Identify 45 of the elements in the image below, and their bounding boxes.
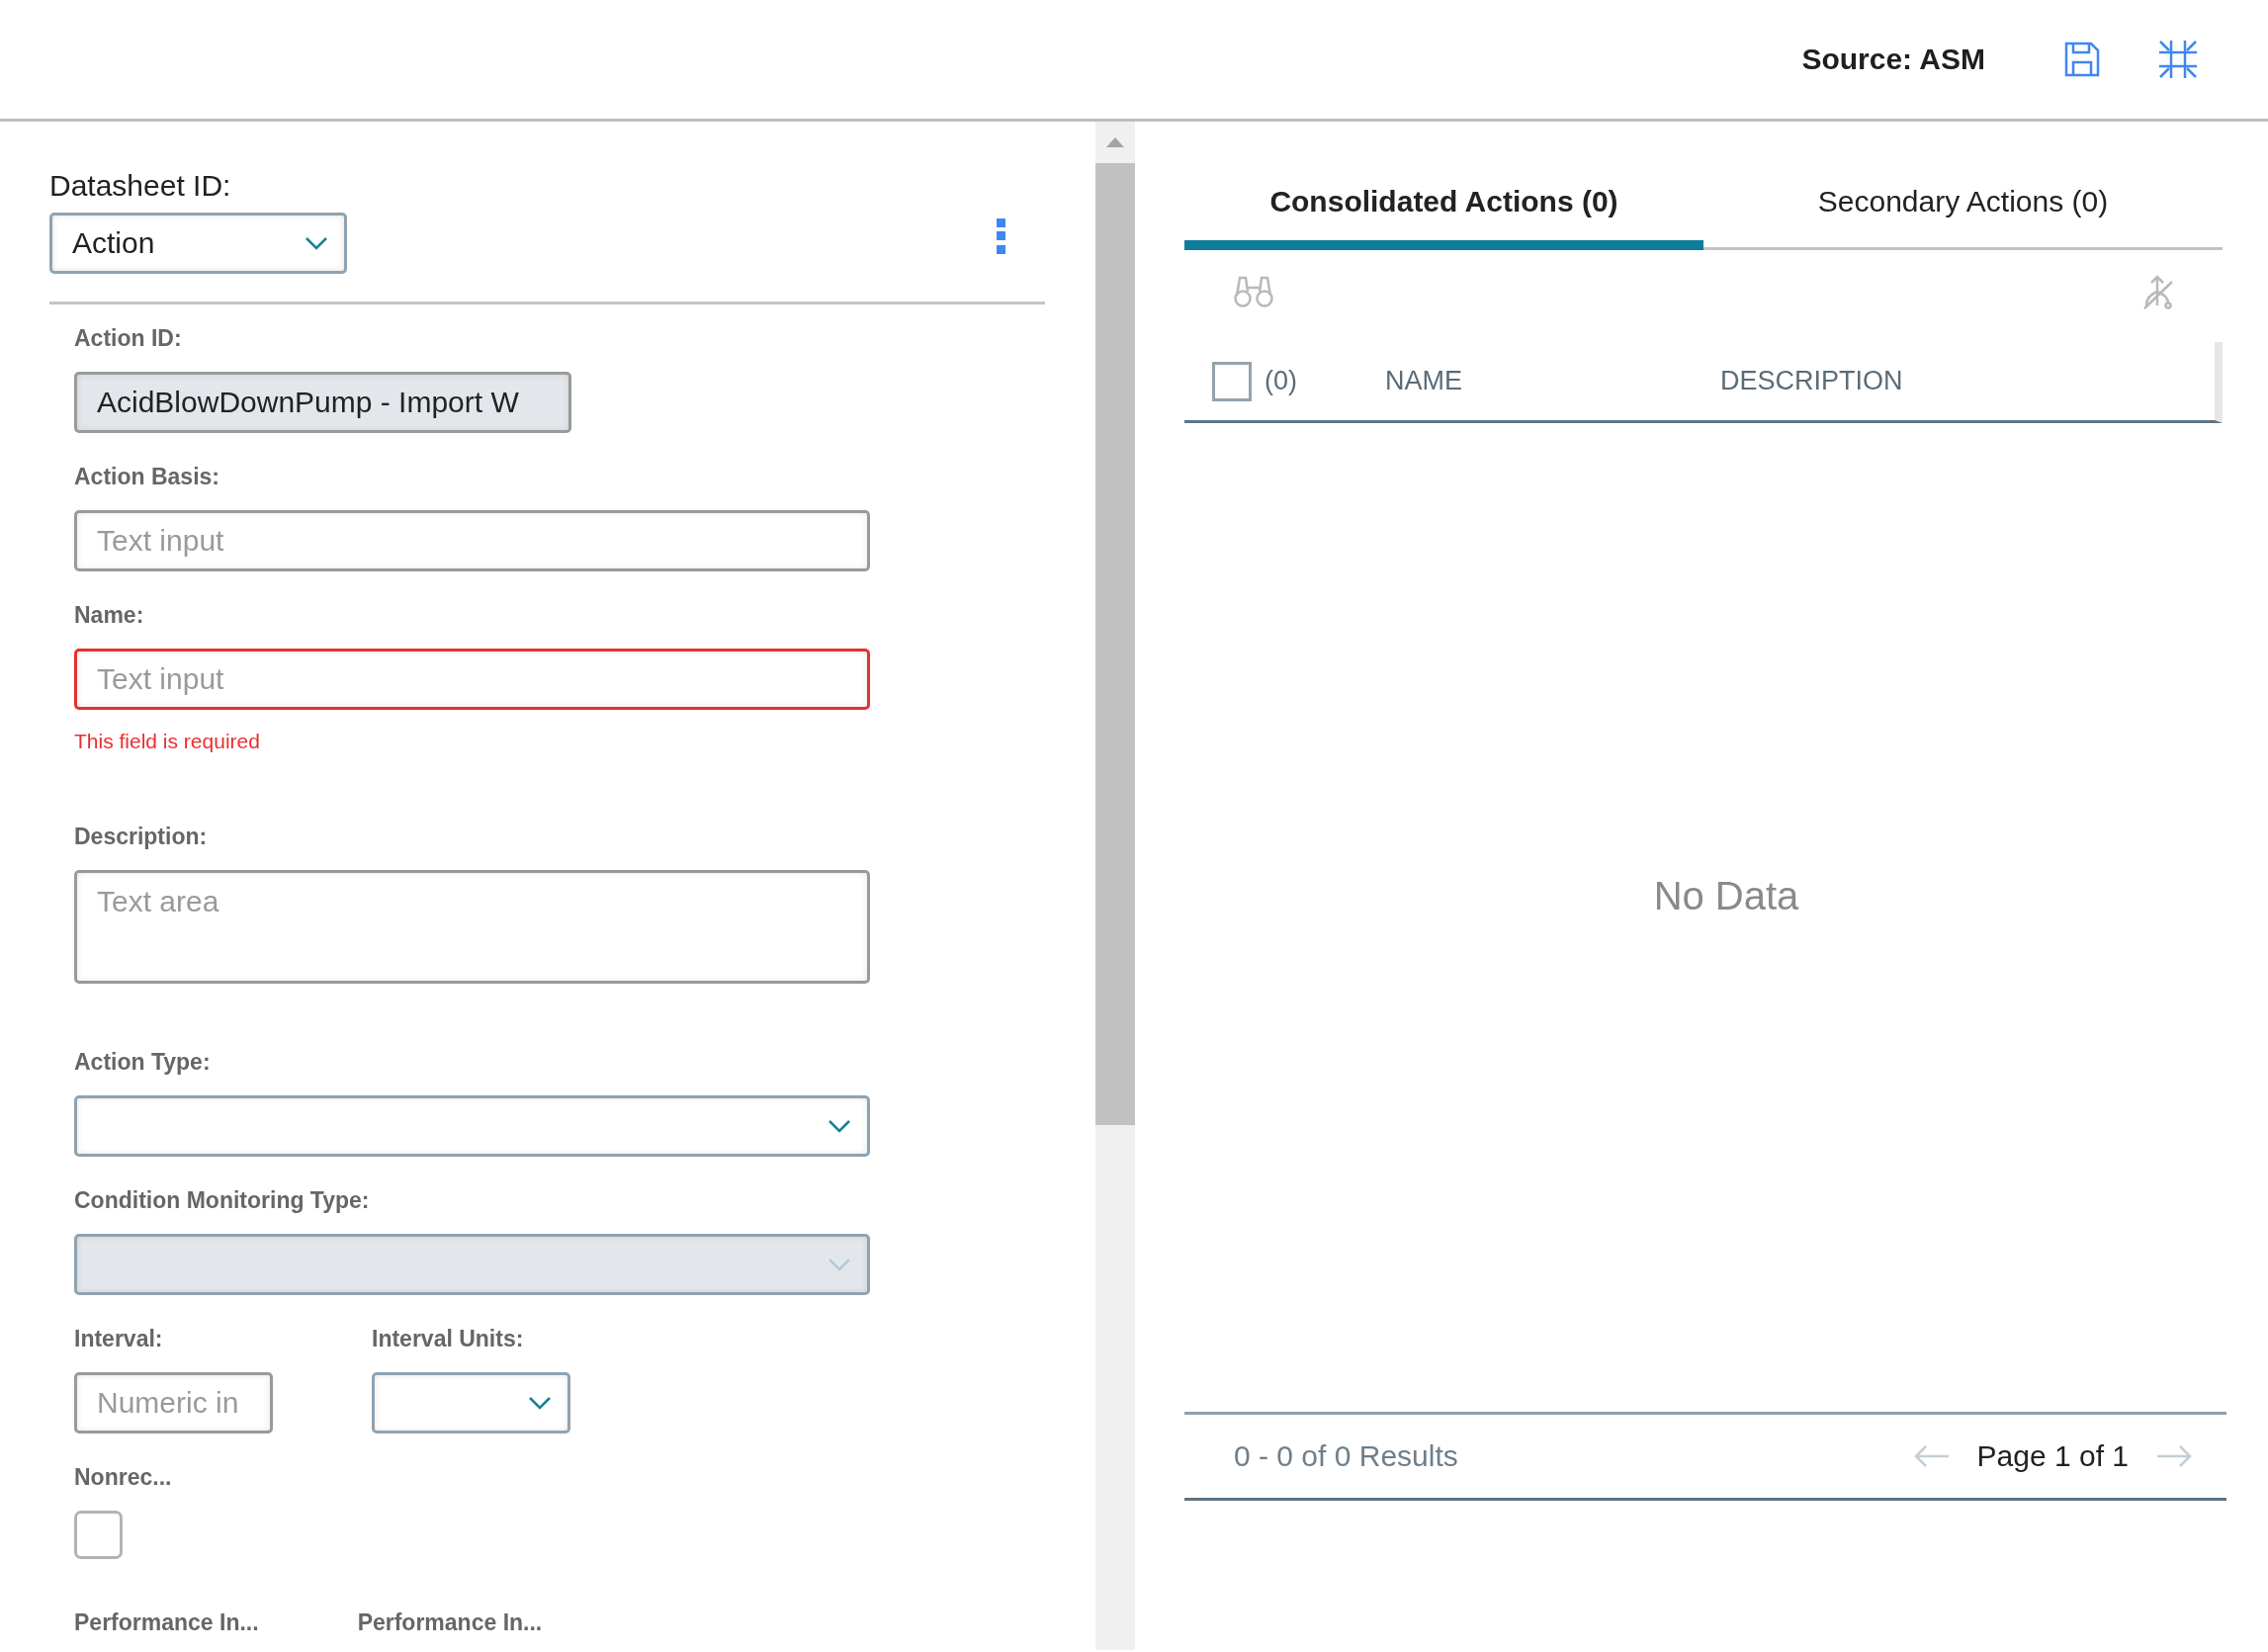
results-count: 0 - 0 of 0 Results [1234, 1439, 1459, 1473]
field-label: Datasheet ID: [49, 169, 232, 203]
chevron-down-icon [305, 234, 328, 252]
select-all-checkbox[interactable] [1212, 361, 1252, 401]
arrow-right-icon[interactable] [2156, 1444, 2192, 1468]
column-header[interactable]: NAME [1385, 366, 1720, 396]
binoculars-icon[interactable] [1234, 274, 1273, 307]
field-label: Performance In... [357, 1609, 543, 1636]
field-label: Description: [74, 823, 209, 850]
tab[interactable]: Consolidated Actions (0) [1184, 163, 1703, 250]
numeric-input-field[interactable]: Numeric in [74, 1372, 273, 1434]
select-field[interactable] [74, 1095, 870, 1157]
field-label: Name: [74, 601, 145, 629]
chevron-down-icon [828, 1117, 851, 1135]
text-area-field[interactable]: Text area [74, 870, 870, 984]
chevron-down-icon [828, 1256, 851, 1273]
field-label: Action Basis: [74, 463, 220, 490]
field-label: Interval Units: [372, 1325, 525, 1352]
field-label: Action Type: [74, 1048, 212, 1076]
field-label: Interval: [74, 1325, 164, 1352]
select-field[interactable] [372, 1372, 570, 1434]
save-icon[interactable] [2064, 42, 2100, 77]
datasheet-dropdown[interactable]: Action [49, 213, 347, 274]
text-input-field[interactable]: Text input [74, 649, 870, 710]
share-icon[interactable] [2141, 274, 2173, 309]
checkbox[interactable] [74, 1511, 123, 1559]
chevron-down-icon [528, 1394, 552, 1412]
column-header[interactable]: DESCRIPTION [1720, 366, 1903, 396]
tab[interactable]: Secondary Actions (0) [1703, 163, 2223, 250]
field-label: Performance In... [74, 1609, 259, 1636]
field-label: Action ID: [74, 324, 183, 352]
empty-message: No Data [1653, 873, 1799, 918]
scrollbar-thumb[interactable] [1095, 163, 1135, 1125]
more-options-icon[interactable] [997, 218, 1005, 254]
field-label: Condition Monitoring Type: [74, 1186, 371, 1214]
page-indicator: Page 1 of 1 [1976, 1439, 2129, 1473]
selected-count: (0) [1265, 366, 1298, 396]
collapse-icon[interactable] [2159, 41, 2197, 78]
field-label: Nonrec... [74, 1463, 172, 1491]
text-input-field[interactable]: Text input [74, 510, 870, 571]
scroll-up-arrow-icon[interactable] [1106, 137, 1124, 147]
readonly-input-field[interactable]: AcidBlowDownPump - Import W [74, 372, 571, 433]
error-message: This field is required [74, 730, 261, 753]
arrow-left-icon[interactable] [1913, 1444, 1950, 1468]
source-label: Source: ASM [1801, 43, 1985, 76]
